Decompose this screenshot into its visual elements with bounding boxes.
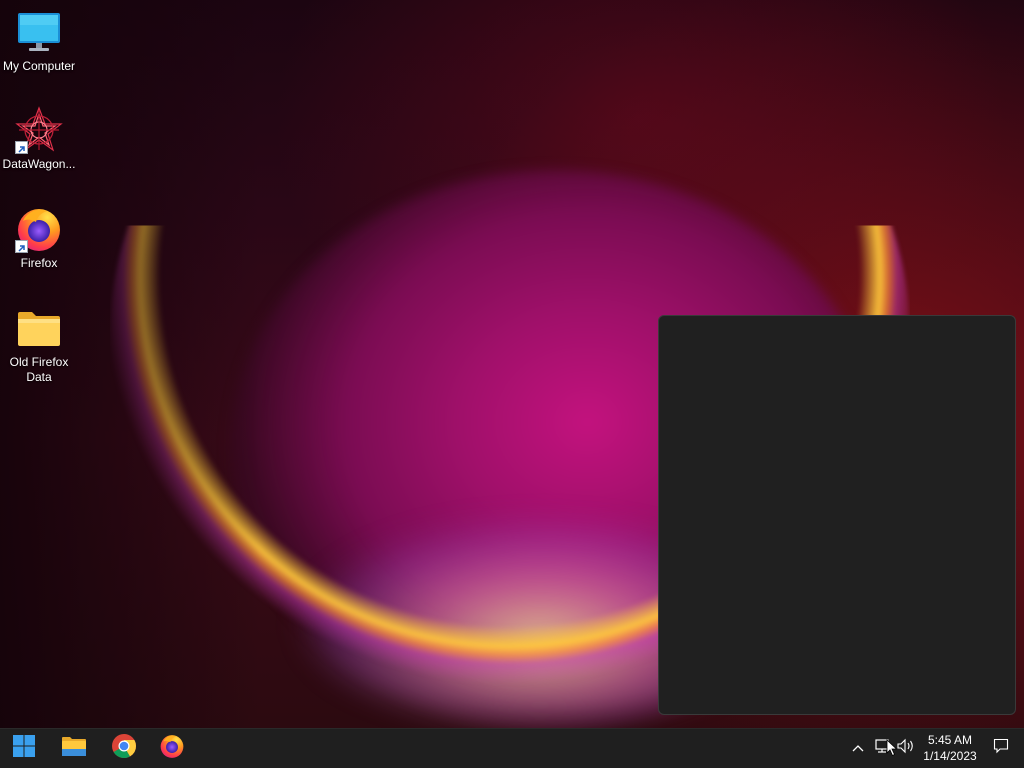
mouse-cursor-icon (886, 739, 898, 757)
notification-icon (993, 738, 1009, 759)
windows-logo-icon (12, 734, 36, 763)
chevron-up-icon (851, 740, 865, 758)
taskbar-chrome-button[interactable] (100, 729, 148, 768)
shortcut-arrow-icon (15, 141, 28, 154)
clock-time: 5:45 AM (927, 733, 973, 747)
firefox-icon (159, 733, 185, 764)
start-button[interactable] (0, 729, 48, 768)
folder-icon (15, 304, 63, 352)
desktop-icon-datawagon[interactable]: DataWagon... (0, 106, 78, 172)
taskbar: 5:45 AM 1/14/2023 (0, 728, 1024, 768)
taskbar-firefox-button[interactable] (148, 729, 196, 768)
desktop-icon-old-firefox-data[interactable]: Old Firefox Data (0, 304, 78, 385)
datawagon-icon (15, 106, 63, 154)
monitor-icon (15, 8, 63, 56)
firefox-icon (15, 205, 63, 253)
taskbar-file-explorer-button[interactable] (50, 729, 98, 768)
file-explorer-icon (61, 735, 87, 762)
tray-overflow-button[interactable] (846, 729, 870, 768)
volume-icon (896, 738, 916, 759)
notification-center-button[interactable] (986, 729, 1016, 768)
taskbar-clock[interactable]: 5:45 AM 1/14/2023 (918, 732, 982, 764)
desktop-icon-label: Old Firefox Data (9, 355, 69, 384)
tray-flyout-panel[interactable] (658, 315, 1016, 715)
desktop-icon-firefox[interactable]: Firefox (0, 205, 78, 271)
desktop-icon-label: My Computer (2, 59, 76, 73)
clock-date: 1/14/2023 (923, 749, 977, 763)
desktop-icon-my-computer[interactable]: My Computer (0, 8, 78, 74)
shortcut-arrow-icon (15, 240, 28, 253)
chrome-icon (111, 733, 137, 764)
desktop-icon-label: DataWagon... (2, 157, 76, 171)
desktop-icon-label: Firefox (20, 256, 58, 270)
